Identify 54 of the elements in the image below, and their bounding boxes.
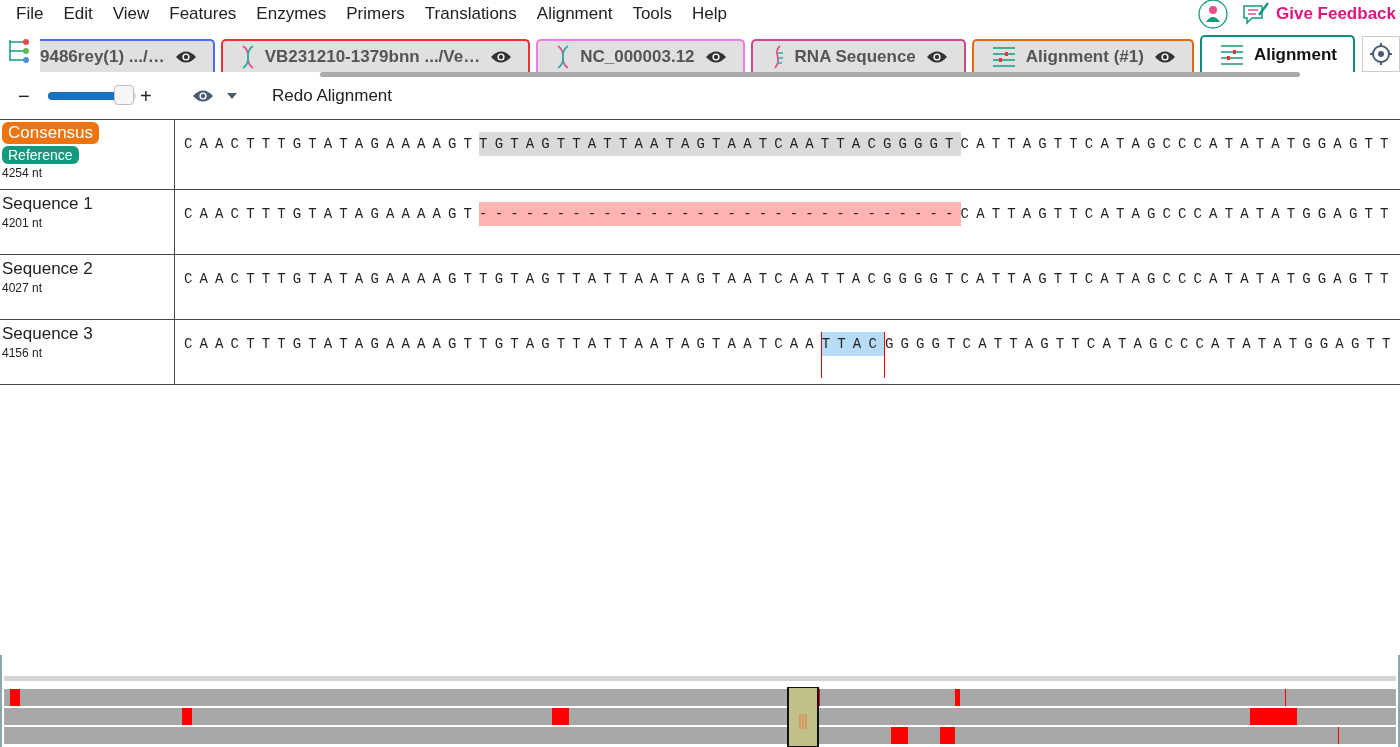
menu-item[interactable]: Help [682,3,738,24]
caret-icon[interactable] [226,92,238,100]
menu-item[interactable]: Primers [336,3,415,24]
zoom-out-button[interactable]: − [18,84,34,108]
sequence-badge: Consensus [2,122,100,144]
eye-icon[interactable] [1153,49,1176,64]
eye-icon[interactable] [192,89,214,103]
alignment-icon [991,45,1016,68]
menu-item[interactable]: Enzymes [246,3,337,24]
dna-icon [240,44,255,69]
zoom-slider-thumb[interactable] [113,85,134,105]
sequence-name: Sequence 1 [2,194,93,214]
alignment-icon [1219,43,1244,66]
eye-icon[interactable] [174,49,197,64]
menu-item[interactable]: Translations [414,3,527,24]
menu-item[interactable]: Features [159,3,247,24]
menu-item[interactable]: File [6,3,54,24]
user-avatar-icon[interactable] [1198,0,1228,29]
sequence-text: GGGGTCATTAGTTCATAGCCCATATATGGAGTT [884,335,1398,354]
sequence-name: Sequence 3 [2,324,93,344]
sequence-text: CATTAGTTCATAGCCCATATATGGAGTT [960,205,1396,224]
document-tab[interactable]: 9486rey(1) .../… [40,39,215,72]
sequence-text: CATTAGTTCATAGCCCATATATGGAGTT [960,135,1396,154]
locate-icon[interactable] [1362,36,1400,72]
gap-highlight: ------------------------------- [479,202,961,226]
sequence-text: CAACTTTGTATAGAAAAGTTGTAGTTATTAATAGTAATCAA [184,335,821,354]
eye-icon[interactable] [490,49,513,64]
give-feedback-link[interactable]: Give Feedback [1276,3,1396,24]
sequence-text: CAACTTTGTATAGAAAAGTTGTAGTTATTAATAGTAATCAATTACGGGGTCATTAGTTCATAGCCCATATATGGAGTT [184,270,1396,289]
eye-icon[interactable] [925,49,948,64]
consensus-match-highlight: TGTAGTTATTAATAGTAATCAATTACGGGGT [479,132,961,156]
dna-icon [556,44,571,69]
document-tab[interactable]: VB231210-1379bnn .../Ve… [220,39,531,72]
sequence-text: CAACTTTGTATAGAAAAGT [184,135,480,154]
selected-bases: TTAC [820,332,885,378]
sequence-badge: Reference [2,146,79,164]
document-tab[interactable]: Alignment [1199,35,1355,72]
eye-icon[interactable] [704,49,727,64]
document-tab[interactable]: RNA Sequence [750,39,966,72]
sequence-text: CAACTTTGTATAGAAAAGT [184,205,480,224]
sequence-length: 4201 nt [2,216,43,230]
menu-item[interactable]: View [102,3,160,24]
menu-item[interactable]: Tools [622,3,683,24]
menu-item[interactable]: Edit [53,3,103,24]
menu-item[interactable]: Alignment [526,3,623,24]
sequence-length: 4156 nt [2,346,43,360]
zoom-in-button[interactable]: + [140,84,156,108]
document-tab[interactable]: NC_000003.12 [536,39,745,72]
document-tab[interactable]: Alignment (#1) [971,39,1194,72]
sequence-name: Sequence 2 [2,259,93,279]
redo-alignment-button[interactable]: Redo Alignment [272,86,393,106]
sequence-length: 4254 nt [2,166,43,180]
feedback-icon [1242,0,1270,27]
sequence-length: 4027 nt [2,281,43,295]
